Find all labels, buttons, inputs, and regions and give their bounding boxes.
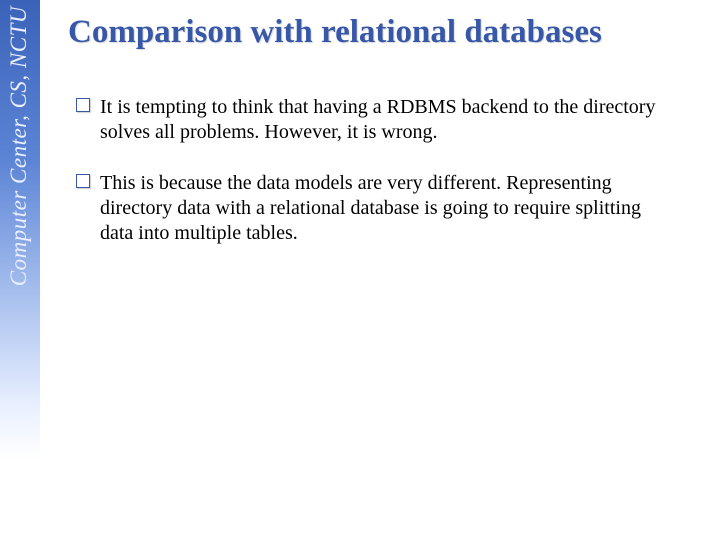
content-area: Comparison with relational databases It … [68,0,700,540]
slide: Computer Center, CS, NCTU 13 Comparison … [0,0,720,540]
slide-title: Comparison with relational databases [68,14,700,51]
sidebar: Computer Center, CS, NCTU 13 [0,0,40,540]
sidebar-label: Computer Center, CS, NCTU [6,6,32,286]
bullet-item: It is tempting to think that having a RD… [76,95,670,145]
bullet-text: It is tempting to think that having a RD… [100,96,655,143]
square-bullet-icon [76,98,90,112]
bullet-item: This is because the data models are very… [76,171,670,246]
page-number: 13 [0,513,40,530]
bullet-list: It is tempting to think that having a RD… [68,95,700,246]
square-bullet-icon [76,174,90,188]
bullet-text: This is because the data models are very… [100,172,641,244]
